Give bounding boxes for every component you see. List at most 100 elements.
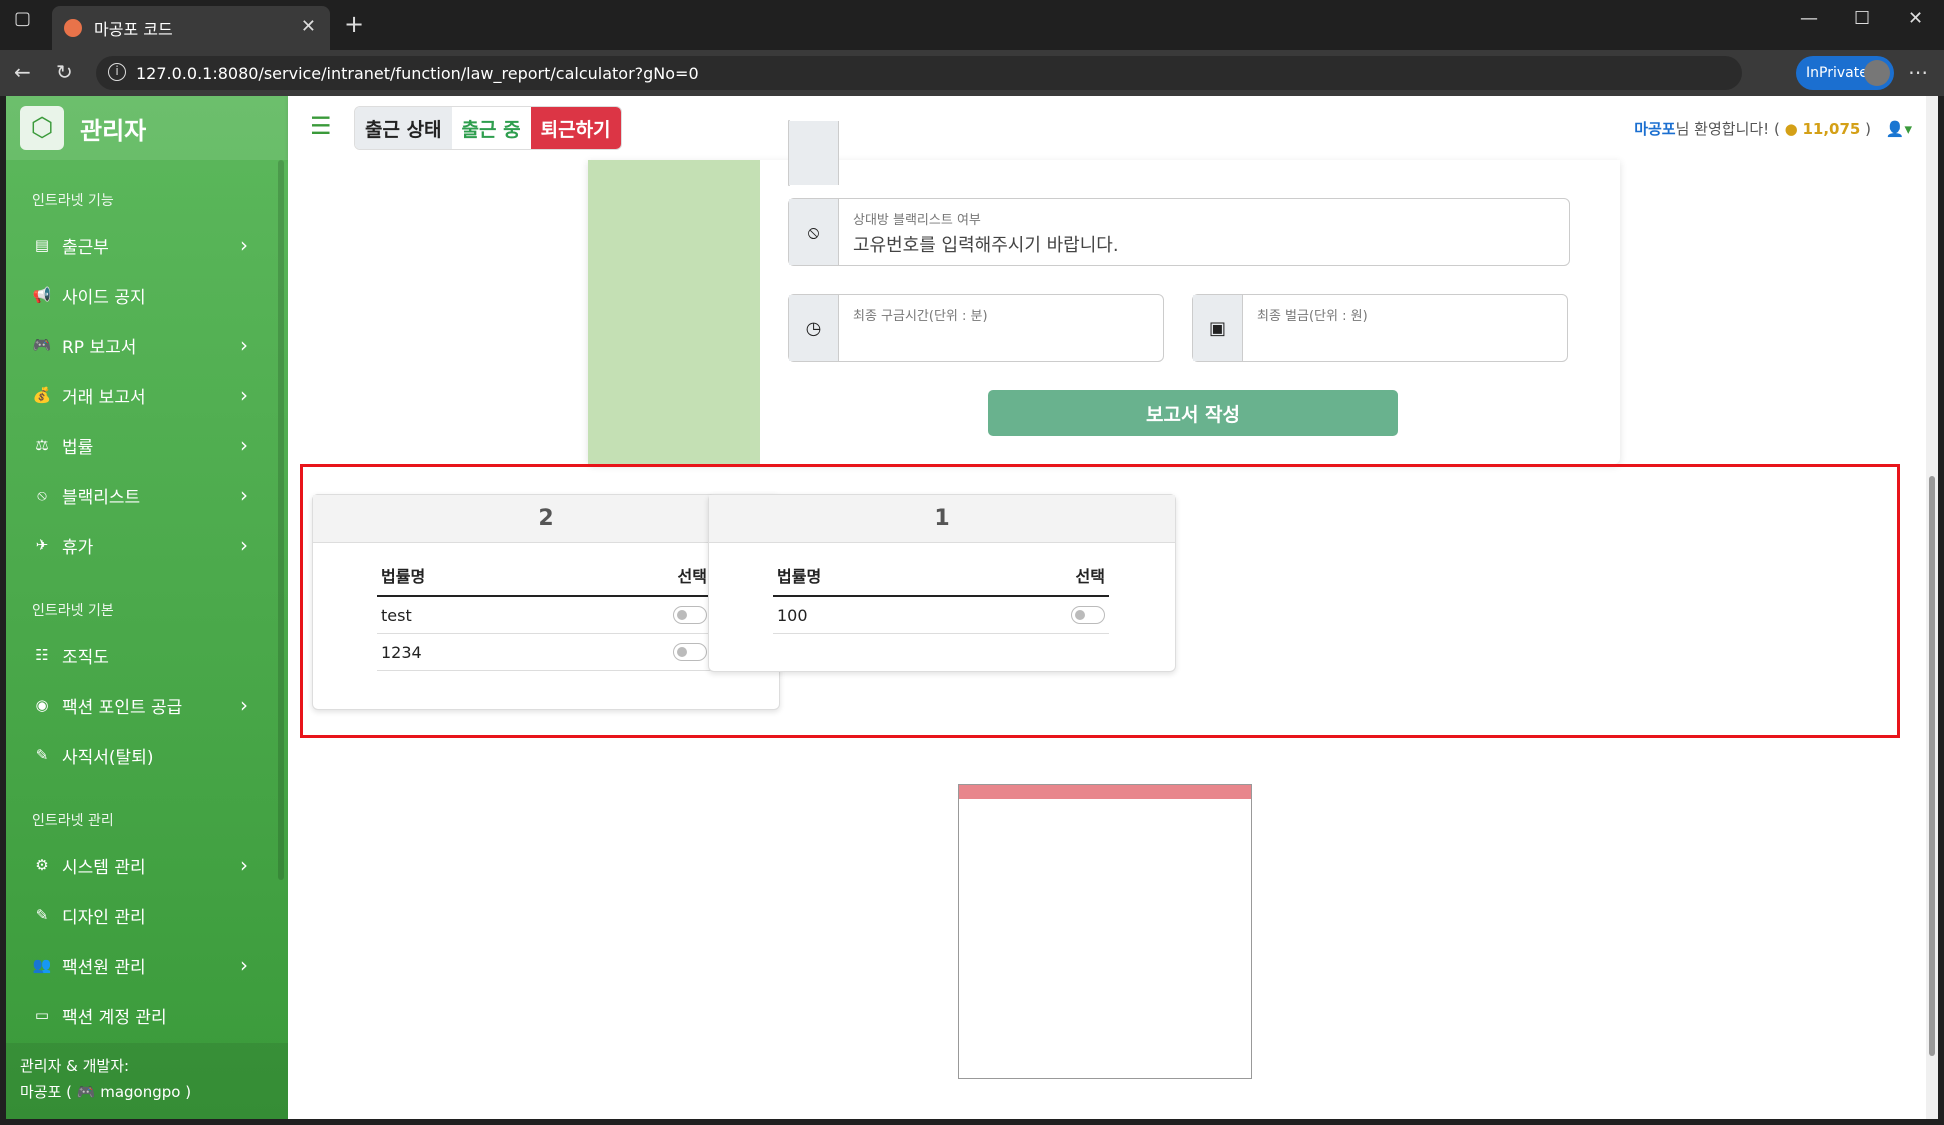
sidebar-item-label: 조직도 bbox=[62, 647, 109, 668]
sidebar-item-label: 법률 bbox=[62, 437, 94, 458]
sidebar-item[interactable]: ☷ 조직도 bbox=[6, 630, 288, 680]
leave-work-button[interactable]: 퇴근하기 bbox=[530, 107, 621, 149]
top-navbar: ☰ 출근 상태 출근 중 퇴근하기 마공포님 환영합니다! ( ● 11,075… bbox=[288, 96, 1938, 160]
chevron-right-icon: › bbox=[240, 483, 248, 507]
plane-icon: ✈ bbox=[35, 536, 49, 554]
empty-card-header bbox=[959, 785, 1251, 799]
table-row: 100 bbox=[773, 597, 1109, 634]
sidebar-item[interactable]: 📢 사이드 공지 bbox=[6, 270, 288, 320]
page-scrollbar[interactable] bbox=[1926, 96, 1938, 1119]
sidebar-sections: 인트라넷 기능 ▤ 출근부 › 📢 사이드 공지 🎮 RP 보고서 › 💰 거래 보고서 › ⚖ 법률 › ⦸… bbox=[6, 160, 288, 1040]
browser-tab[interactable]: 마공포 코드 ✕ bbox=[52, 6, 330, 50]
brush-icon: ✎ bbox=[35, 906, 49, 924]
col-law-name: 법률명 bbox=[777, 567, 822, 586]
status-label: 출근 상태 bbox=[355, 107, 452, 149]
fine-field[interactable]: ▣ 최종 벌금(단위 : 원) bbox=[1192, 294, 1568, 362]
report-form-card: ⦸ 상대방 블랙리스트 여부 고유번호를 입력해주시기 바랍니다. ◷ 최종 구… bbox=[588, 120, 1620, 464]
sidebar-section-title: 인트라넷 기능 bbox=[32, 193, 114, 209]
sidebar-item[interactable]: ✎ 디자인 관리 bbox=[6, 890, 288, 940]
col-select: 선택 bbox=[1075, 567, 1105, 586]
coin-icon: ● bbox=[1784, 120, 1798, 138]
footer-line2: 마공포 ( 🎮 magongpo ) bbox=[20, 1083, 192, 1101]
megaphone-icon: 📢 bbox=[32, 286, 52, 304]
favicon-icon bbox=[64, 19, 82, 37]
sidebar-section-title: 인트라넷 기본 bbox=[32, 603, 114, 619]
more-icon[interactable]: ⋯ bbox=[1908, 60, 1928, 84]
new-tab-icon[interactable]: + bbox=[344, 10, 364, 38]
law-table-header: 법률명 선택 bbox=[773, 559, 1109, 597]
inprivate-label: InPrivate bbox=[1806, 65, 1868, 81]
sidebar-item[interactable]: 🎮 RP 보고서 › bbox=[6, 320, 288, 370]
sidebar: ⬡ 관리자 인트라넷 기능 ▤ 출근부 › 📢 사이드 공지 🎮 RP 보고서 › 💰 거래 보고서… bbox=[6, 96, 288, 1119]
law-table: 법률명 선택 100 bbox=[773, 559, 1109, 634]
sidebar-item[interactable]: ▭ 팩션 계정 관리 bbox=[6, 990, 288, 1040]
detention-field[interactable]: ◷ 최종 구금시간(단위 : 분) bbox=[788, 294, 1164, 362]
sidebar-item-label: 거래 보고서 bbox=[62, 387, 146, 408]
footer-line1: 관리자 & 개발자: bbox=[20, 1057, 130, 1075]
law-name: 1234 bbox=[381, 642, 422, 662]
sidebar-item[interactable]: ⚙ 시스템 관리 › bbox=[6, 840, 288, 890]
empty-card bbox=[958, 784, 1252, 1079]
close-window-icon[interactable]: ✕ bbox=[1908, 8, 1923, 29]
url-field[interactable]: i 127.0.0.1:8080/service/intranet/functi… bbox=[96, 56, 1742, 90]
close-tab-icon[interactable]: ✕ bbox=[301, 16, 316, 37]
clock-icon: ◷ bbox=[789, 295, 839, 361]
chevron-right-icon: › bbox=[240, 693, 248, 717]
sidebar-scrollbar[interactable] bbox=[278, 160, 284, 880]
sidebar-item[interactable]: 💰 거래 보고서 › bbox=[6, 370, 288, 420]
sidebar-item[interactable]: ◉ 팩션 포인트 공급 › bbox=[6, 680, 288, 730]
chevron-right-icon: › bbox=[240, 333, 248, 357]
back-icon[interactable]: ← bbox=[14, 60, 31, 84]
pen-icon: ✎ bbox=[35, 746, 49, 764]
col-select: 선택 bbox=[677, 567, 707, 586]
law-table-header: 법률명 선택 bbox=[377, 559, 711, 597]
sidebar-item[interactable]: 👥 팩션원 관리 › bbox=[6, 940, 288, 990]
hamburger-icon[interactable]: ☰ bbox=[310, 112, 332, 140]
status-value: 출근 중 bbox=[451, 107, 531, 149]
blacklist-label: 상대방 블랙리스트 여부 bbox=[853, 213, 981, 228]
refresh-icon[interactable]: ↻ bbox=[56, 60, 73, 84]
sidebar-item-label: 팩션 계정 관리 bbox=[62, 1007, 167, 1028]
sidebar-footer: 관리자 & 개발자: 마공포 ( 🎮 magongpo ) bbox=[6, 1043, 288, 1119]
sidebar-toggle-icon[interactable]: ▢ bbox=[14, 8, 31, 29]
welcome-message: 마공포님 환영합니다! ( ● 11,075 ) 👤▾ bbox=[1634, 118, 1912, 139]
info-icon[interactable]: i bbox=[108, 63, 126, 81]
sidebar-item-label: 팩션원 관리 bbox=[62, 957, 146, 978]
maximize-icon[interactable]: ☐ bbox=[1854, 8, 1870, 29]
users-icon: 👥 bbox=[32, 956, 52, 974]
sidebar-item[interactable]: ✎ 사직서(탈퇴) bbox=[6, 730, 288, 780]
table-row: test bbox=[377, 597, 711, 634]
welcome-name: 마공포 bbox=[1634, 120, 1676, 138]
sidebar-item[interactable]: ⚖ 법률 › bbox=[6, 420, 288, 470]
points-value: 11,075 bbox=[1802, 120, 1861, 138]
select-toggle[interactable] bbox=[1071, 606, 1105, 624]
chevron-right-icon: › bbox=[240, 853, 248, 877]
submit-report-button[interactable]: 보고서 작성 bbox=[988, 390, 1398, 436]
sidebar-item-label: 블랙리스트 bbox=[62, 487, 141, 508]
textarea-group[interactable] bbox=[788, 120, 839, 186]
fine-label: 최종 벌금(단위 : 원) bbox=[1257, 309, 1368, 324]
inprivate-badge[interactable]: InPrivate bbox=[1796, 56, 1894, 90]
welcome-text: 님 환영합니다! ( bbox=[1675, 120, 1780, 138]
select-toggle[interactable] bbox=[673, 606, 707, 624]
chevron-right-icon: › bbox=[240, 533, 248, 557]
chevron-right-icon: › bbox=[240, 383, 248, 407]
gamepad-icon: 🎮 bbox=[32, 336, 52, 354]
sidebar-item-label: 휴가 bbox=[62, 537, 94, 558]
sidebar-section-title: 인트라넷 관리 bbox=[32, 813, 114, 829]
sitemap-icon: ☷ bbox=[35, 646, 49, 664]
minimize-icon[interactable]: — bbox=[1800, 8, 1818, 29]
sidebar-item[interactable]: ⦸ 블랙리스트 › bbox=[6, 470, 288, 520]
sidebar-brand[interactable]: ⬡ 관리자 bbox=[6, 96, 288, 160]
coins-icon: ◉ bbox=[35, 696, 49, 714]
law-table: 법률명 선택 test 1234 bbox=[377, 559, 711, 671]
select-toggle[interactable] bbox=[673, 643, 707, 661]
scrollbar-thumb[interactable] bbox=[1929, 476, 1935, 1056]
web-page: ⬡ 관리자 인트라넷 기능 ▤ 출근부 › 📢 사이드 공지 🎮 RP 보고서 › 💰 거래 보고서… bbox=[6, 96, 1938, 1119]
main-content: ⦸ 상대방 블랙리스트 여부 고유번호를 입력해주시기 바랍니다. ◷ 최종 구… bbox=[288, 120, 1938, 1119]
sidebar-item[interactable]: ▤ 출근부 › bbox=[6, 220, 288, 270]
user-menu-icon[interactable]: 👤▾ bbox=[1886, 120, 1912, 138]
welcome-close: ) bbox=[1865, 120, 1871, 138]
blacklist-field[interactable]: ⦸ 상대방 블랙리스트 여부 고유번호를 입력해주시기 바랍니다. bbox=[788, 198, 1570, 266]
sidebar-item[interactable]: ✈ 휴가 › bbox=[6, 520, 288, 570]
